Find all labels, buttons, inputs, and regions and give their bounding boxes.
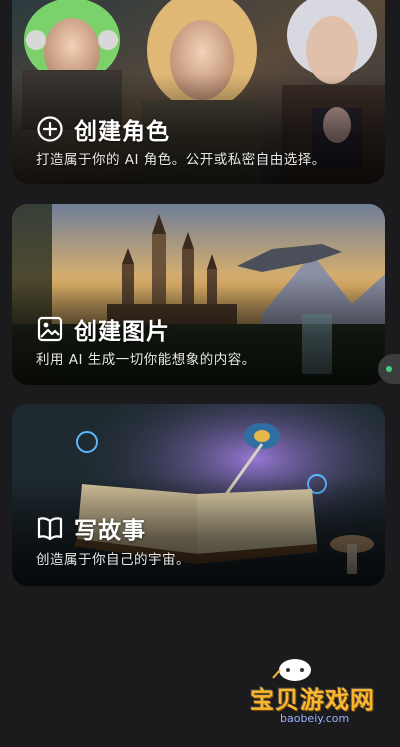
create-image-card[interactable]: 创建图片 利用 AI 生成一切你能想象的内容。 bbox=[12, 204, 385, 385]
watermark-logo: 宝贝游戏网 baobeiy.com bbox=[250, 656, 375, 736]
watermark-url: baobeiy.com bbox=[280, 712, 350, 725]
card-title: 创建图片 bbox=[74, 319, 170, 345]
watermark-title: 宝贝游戏网 bbox=[250, 686, 375, 714]
plus-circle-icon bbox=[37, 116, 63, 142]
card-description: 利用 AI 生成一切你能想象的内容。 bbox=[36, 352, 256, 368]
open-book-icon bbox=[37, 517, 63, 541]
card-title: 写故事 bbox=[74, 518, 146, 544]
floating-side-handle[interactable] bbox=[378, 354, 400, 384]
write-story-card[interactable]: 写故事 创造属于你自己的宇宙。 bbox=[12, 404, 385, 586]
create-character-card[interactable]: 创建角色 打造属于你的 AI 角色。公开或私密自由选择。 bbox=[12, 0, 385, 184]
card-title: 创建角色 bbox=[74, 119, 170, 145]
image-icon bbox=[37, 316, 63, 342]
card-description: 打造属于你的 AI 角色。公开或私密自由选择。 bbox=[36, 152, 326, 168]
status-dot-icon bbox=[386, 366, 392, 372]
card-description: 创造属于你自己的宇宙。 bbox=[36, 552, 190, 568]
